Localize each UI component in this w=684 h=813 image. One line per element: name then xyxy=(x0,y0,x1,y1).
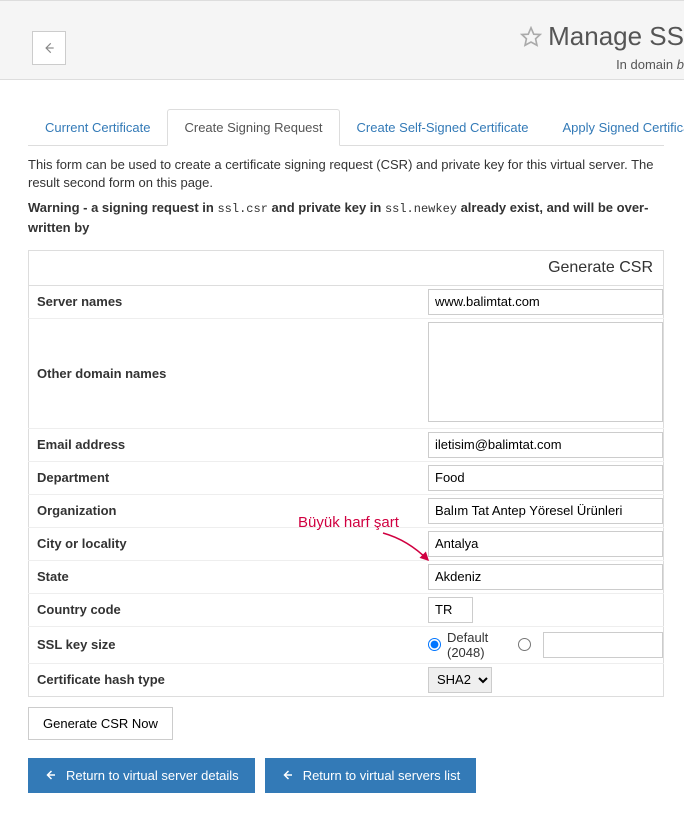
arrow-left-icon xyxy=(44,769,56,781)
label-email: Email address xyxy=(29,428,429,461)
label-keysize: SSL key size xyxy=(29,626,429,663)
keysize-custom-input[interactable] xyxy=(543,632,663,658)
state-input[interactable] xyxy=(428,564,663,590)
server-names-input[interactable] xyxy=(428,289,663,315)
warning-text: Warning - a signing request in ssl.csr a… xyxy=(28,198,664,238)
page-subtitle: In domain b xyxy=(616,57,684,72)
generate-csr-button[interactable]: Generate CSR Now xyxy=(28,707,173,740)
keysize-default-label: Default (2048) xyxy=(447,630,512,660)
page-title: Manage SS xyxy=(548,21,684,52)
tab-create-signing-request[interactable]: Create Signing Request xyxy=(167,109,339,146)
arrow-left-icon xyxy=(281,769,293,781)
tab-current-certificate[interactable]: Current Certificate xyxy=(28,109,167,146)
other-domains-input[interactable] xyxy=(428,322,663,422)
email-input[interactable] xyxy=(428,432,663,458)
page-title-wrap: Manage SS xyxy=(520,21,684,52)
label-state: State xyxy=(29,560,429,593)
tab-apply-signed[interactable]: Apply Signed Certifica xyxy=(546,109,684,146)
keysize-group: Default (2048) xyxy=(428,630,663,660)
page-header: Manage SS In domain b xyxy=(0,0,684,80)
return-list-button[interactable]: Return to virtual servers list xyxy=(265,758,477,793)
label-hash: Certificate hash type xyxy=(29,663,429,696)
back-button[interactable] xyxy=(32,31,66,65)
tab-create-self-signed[interactable]: Create Self-Signed Certificate xyxy=(340,109,546,146)
hash-select[interactable]: SHA2 xyxy=(428,667,492,693)
star-icon xyxy=(520,26,542,48)
return-details-button[interactable]: Return to virtual server details xyxy=(28,758,255,793)
intro-text: This form can be used to create a certif… xyxy=(28,146,664,198)
label-server-names: Server names xyxy=(29,286,429,319)
label-department: Department xyxy=(29,461,429,494)
keysize-default-radio[interactable] xyxy=(428,638,441,651)
label-city: City or locality xyxy=(29,527,429,560)
keysize-custom-radio[interactable] xyxy=(518,638,531,651)
label-other-domains: Other domain names xyxy=(29,318,429,428)
bottom-buttons: Return to virtual server details Return … xyxy=(28,758,664,793)
country-input[interactable] xyxy=(428,597,473,623)
department-input[interactable] xyxy=(428,465,663,491)
label-organization: Organization xyxy=(29,494,429,527)
section-header: Generate CSR xyxy=(28,250,664,286)
arrow-left-icon xyxy=(42,41,56,55)
tabs: Current Certificate Create Signing Reque… xyxy=(28,108,664,146)
csr-form: Server names Other domain names Email ad… xyxy=(28,286,664,697)
city-input[interactable] xyxy=(428,531,663,557)
label-country: Country code xyxy=(29,593,429,626)
organization-input[interactable] xyxy=(428,498,663,524)
content-area: Current Certificate Create Signing Reque… xyxy=(0,80,684,813)
